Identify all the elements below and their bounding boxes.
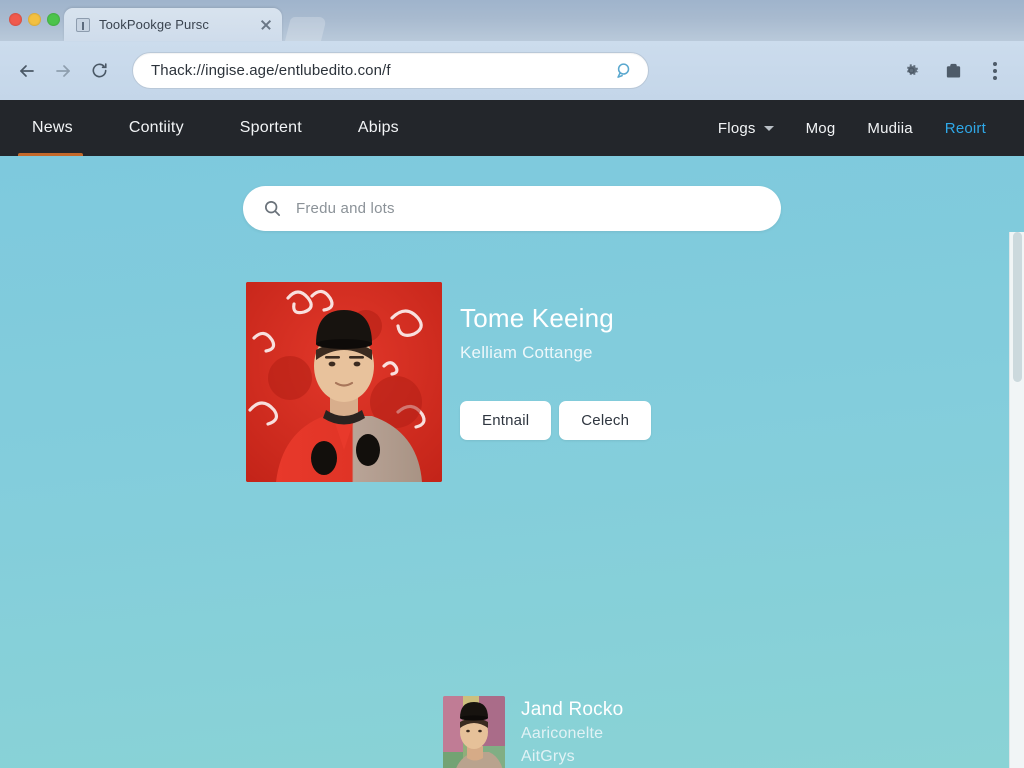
reload-icon[interactable] bbox=[82, 54, 116, 88]
address-bar[interactable]: Thack://ingise.age/entlubedito.con/f bbox=[132, 52, 649, 89]
profile-info: Tome Keeing Kelliam Cottange Entnail Cel… bbox=[460, 282, 652, 440]
nav-item-label: Abips bbox=[357, 119, 399, 136]
nav-item-label: Flogs bbox=[717, 119, 756, 137]
tab-strip: TookPookge Pursc bbox=[0, 0, 1024, 41]
list-item[interactable]: 5:13 Jand Rocko Aariconelte AitGrys bbox=[443, 696, 623, 768]
thumbnail-image bbox=[443, 696, 505, 768]
entnail-button[interactable]: Entnail bbox=[460, 400, 552, 440]
minimize-window-button[interactable] bbox=[28, 13, 41, 26]
browser-tab[interactable]: TookPookge Pursc bbox=[64, 8, 282, 41]
list-item-thumbnail[interactable]: 5:13 bbox=[443, 696, 505, 768]
secondary-nav: Flogs Mog Mudiia Reoirt bbox=[702, 100, 1002, 156]
primary-nav: News Contiity Sportent Abips bbox=[0, 100, 427, 156]
address-bar-url: Thack://ingise.age/entlubedito.con/f bbox=[151, 62, 391, 79]
chevron-down-icon bbox=[763, 125, 774, 131]
page-content: Fredu and lots Tome Keeing Kelliam Cotta… bbox=[0, 156, 1024, 768]
browser-toolbar: Thack://ingise.age/entlubedito.con/f bbox=[0, 41, 1024, 100]
nav-item-label: News bbox=[32, 119, 73, 136]
search-section: Fredu and lots bbox=[0, 156, 1024, 231]
celech-button[interactable]: Celech bbox=[559, 400, 652, 440]
close-icon[interactable] bbox=[258, 17, 274, 33]
search-placeholder: Fredu and lots bbox=[296, 200, 395, 217]
nav-item-sportent[interactable]: Sportent bbox=[212, 100, 330, 156]
gear-icon[interactable] bbox=[896, 56, 926, 86]
extension-icon[interactable] bbox=[938, 56, 968, 86]
nav-item-label: Sportent bbox=[239, 119, 302, 136]
window-controls bbox=[9, 13, 60, 26]
back-arrow-icon[interactable] bbox=[10, 54, 44, 88]
close-window-button[interactable] bbox=[9, 13, 22, 26]
search-page-icon[interactable] bbox=[614, 60, 636, 82]
nav-item-mog[interactable]: Mog bbox=[790, 120, 852, 137]
page-icon bbox=[76, 17, 90, 32]
portrait-image bbox=[246, 282, 442, 482]
nav-item-label: Mog bbox=[805, 119, 836, 137]
search-icon bbox=[263, 199, 282, 218]
list-item-title: Jand Rocko bbox=[521, 699, 624, 720]
vertical-scrollbar[interactable] bbox=[1009, 232, 1024, 768]
profile-subtitle: Kelliam Cottange bbox=[460, 342, 593, 362]
scrollbar-thumb[interactable] bbox=[1013, 232, 1022, 382]
nav-item-news[interactable]: News bbox=[0, 100, 101, 156]
site-navigation: News Contiity Sportent Abips Flogs Mog M… bbox=[0, 100, 1024, 156]
list-item-line1: Aariconelte bbox=[521, 724, 604, 742]
profile-photo[interactable] bbox=[246, 282, 442, 482]
nav-item-label: Mudiia bbox=[867, 119, 913, 137]
nav-item-label: Contiity bbox=[128, 119, 184, 136]
nav-item-contiity[interactable]: Contiity bbox=[101, 100, 212, 156]
list-item-text: Jand Rocko Aariconelte AitGrys bbox=[521, 696, 623, 768]
forward-arrow-icon[interactable] bbox=[46, 54, 80, 88]
new-tab-button[interactable] bbox=[285, 17, 327, 41]
tab-title: TookPookge Pursc bbox=[99, 17, 209, 32]
nav-item-reoirt[interactable]: Reoirt bbox=[929, 120, 1002, 137]
profile-name: Tome Keeing bbox=[460, 303, 614, 333]
browser-window: TookPookge Pursc Thack://ingise.age/entl… bbox=[0, 0, 1024, 768]
nav-item-label: Reoirt bbox=[944, 119, 986, 137]
list-item-line2: AitGrys bbox=[521, 747, 575, 765]
kebab-menu-icon[interactable] bbox=[980, 56, 1010, 86]
profile-actions: Entnail Celech bbox=[460, 400, 652, 440]
profile-card: Tome Keeing Kelliam Cottange Entnail Cel… bbox=[246, 282, 1024, 482]
maximize-window-button[interactable] bbox=[47, 13, 60, 26]
nav-item-mudiia[interactable]: Mudiia bbox=[851, 120, 928, 137]
nav-item-abips[interactable]: Abips bbox=[330, 100, 427, 156]
search-input[interactable]: Fredu and lots bbox=[243, 186, 781, 231]
nav-item-flogs[interactable]: Flogs bbox=[702, 120, 790, 137]
